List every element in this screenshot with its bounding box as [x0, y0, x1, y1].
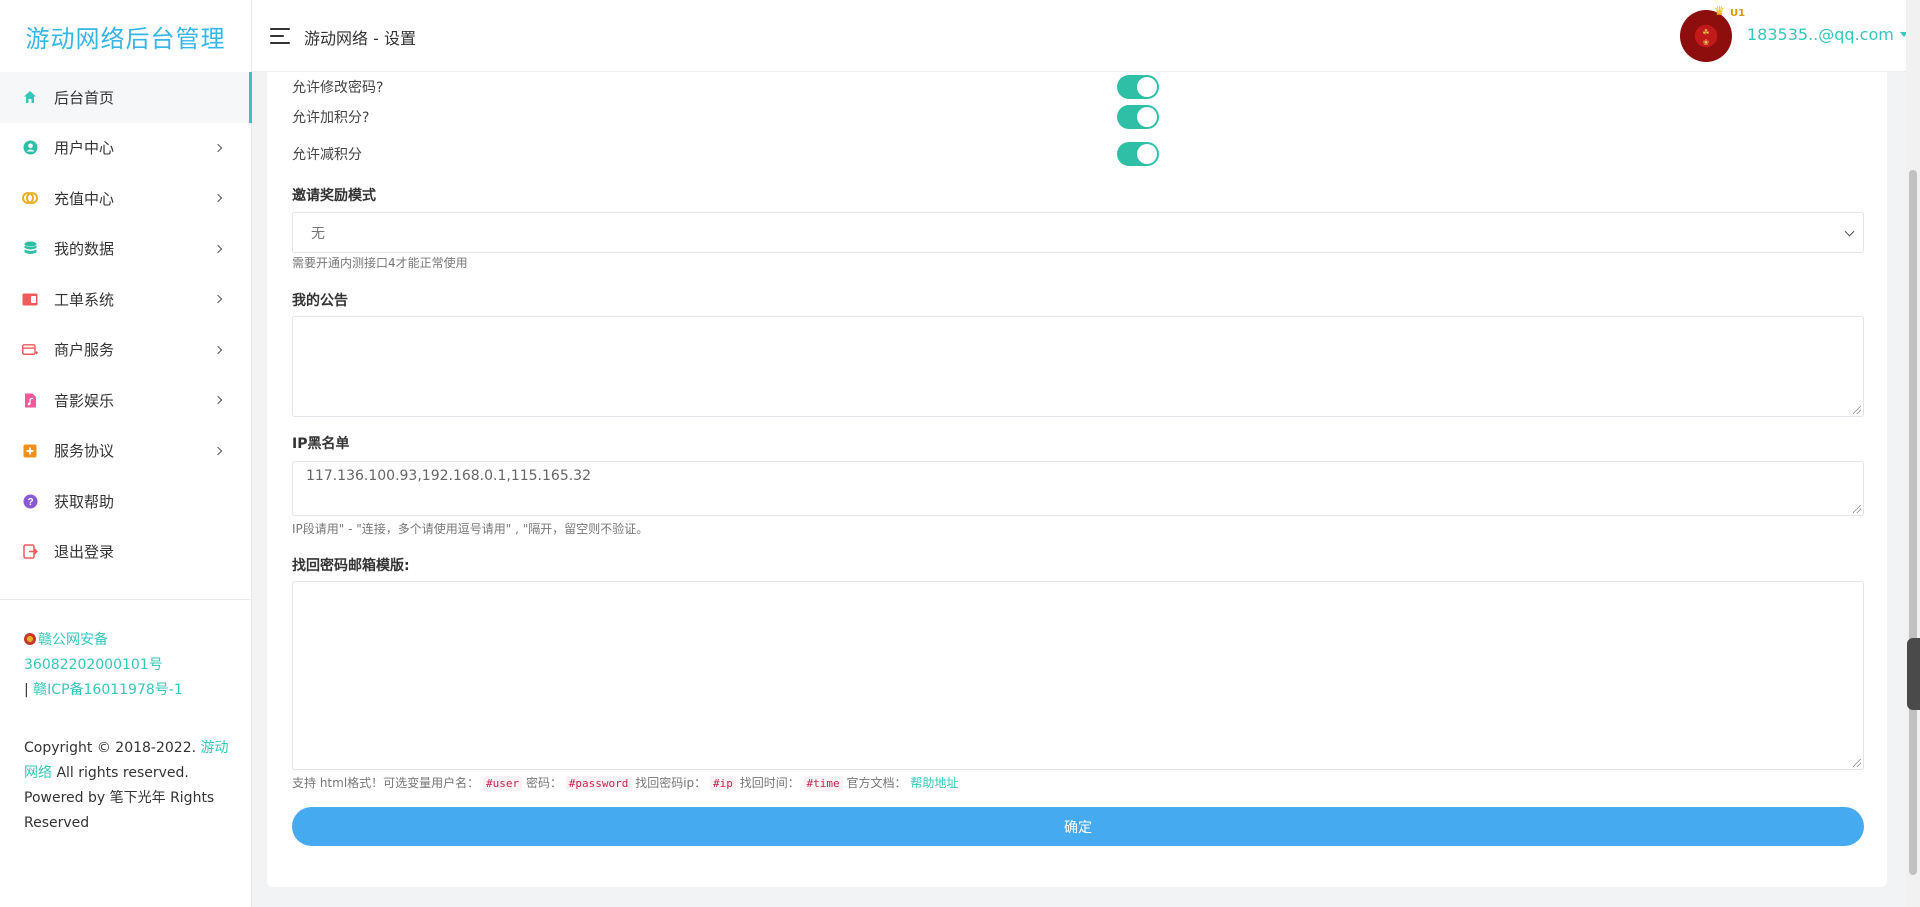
- allow-change-password-switch[interactable]: [1117, 75, 1159, 99]
- card-icon: [22, 342, 38, 358]
- sidebar-item-entertainment[interactable]: 音影娱乐: [0, 375, 251, 426]
- chevron-right-icon: [213, 396, 223, 405]
- sidebar-item-logout[interactable]: 退出登录: [0, 527, 251, 578]
- sidebar: 游动网络后台管理 后台首页 用户中心 充值中心 我的数据 工单系统 商户服务 音…: [0, 0, 252, 907]
- music-file-icon: [22, 392, 38, 408]
- svg-text:☘: ☘: [1702, 28, 1709, 37]
- user-email: 183535..@qq.com: [1747, 25, 1894, 44]
- user-circle-icon: [22, 140, 38, 156]
- beian-icp-link[interactable]: 赣ICP备16011978号-1: [33, 682, 183, 698]
- invite-mode-help: 需要开通内测接口4才能正常使用: [292, 256, 468, 270]
- home-icon: [22, 89, 38, 105]
- var-user-code: #user: [482, 776, 523, 791]
- notice-textarea[interactable]: [292, 316, 1864, 417]
- police-badge-icon: [24, 633, 36, 645]
- sidebar-item-label: 后台首页: [54, 88, 115, 107]
- chevron-right-icon: [213, 446, 223, 455]
- sidebar-item-home[interactable]: 后台首页: [0, 72, 252, 123]
- sidebar-item-merchant[interactable]: 商户服务: [0, 325, 251, 376]
- sidebar-item-label: 我的数据: [54, 240, 115, 259]
- plus-square-icon: [22, 443, 38, 459]
- toggle-row-add-points: 允许加积分?: [292, 102, 1172, 132]
- help-text: 官方文档：: [846, 776, 907, 790]
- submit-button[interactable]: 确定: [292, 807, 1864, 846]
- logout-icon: [22, 544, 38, 560]
- chevron-down-icon: [1844, 226, 1855, 237]
- var-password-code: #password: [565, 776, 632, 791]
- toggle-row-change-password: 允许修改密码?: [292, 72, 1172, 102]
- invite-mode-label: 邀请奖励模式: [292, 188, 376, 204]
- sidebar-item-my-data[interactable]: 我的数据: [0, 224, 251, 275]
- invite-mode-value: 无: [311, 225, 325, 242]
- sidebar-nav: 后台首页 用户中心 充值中心 我的数据 工单系统 商户服务 音影娱乐 服务协议 …: [0, 72, 252, 578]
- brand-title[interactable]: 游动网络后台管理: [0, 0, 251, 72]
- email-template-help: 支持 html格式！可选变量用户名： #user 密码： #password 找…: [292, 774, 958, 791]
- help-text: 支持 html格式！可选变量用户名：: [292, 776, 480, 790]
- scrollbar-thumb[interactable]: [1909, 170, 1917, 875]
- sidebar-item-label: 充值中心: [54, 189, 115, 208]
- help-text: 密码：: [525, 776, 562, 790]
- powered-brand: 笔下光年: [109, 790, 166, 806]
- sidebar-item-label: 音影娱乐: [54, 391, 115, 410]
- sidebar-item-label: 用户中心: [54, 139, 115, 158]
- ip-blacklist-textarea[interactable]: 117.136.100.93,192.168.0.1,115.165.32: [292, 461, 1864, 516]
- page-title: 游动网络 - 设置: [304, 29, 416, 48]
- sidebar-item-user-center[interactable]: 用户中心: [0, 123, 251, 174]
- svg-text:❀: ❀: [1703, 38, 1710, 47]
- help-text: 找回密码ip：: [635, 776, 707, 790]
- sidebar-item-label: 商户服务: [54, 341, 115, 360]
- copyright-suffix: All rights reserved.: [56, 765, 189, 781]
- notice-label: 我的公告: [292, 293, 348, 309]
- question-icon: ?: [22, 493, 38, 509]
- copyright: Copyright © 2018-2022. 游动网络 All rights r…: [24, 736, 234, 836]
- invite-mode-select[interactable]: 无: [292, 212, 1864, 253]
- sidebar-item-label: 服务协议: [54, 442, 115, 461]
- ticket-icon: [22, 291, 38, 307]
- toggle-row-reduce-points: 允许减积分: [292, 139, 1172, 169]
- copyright-prefix: Copyright © 2018-2022.: [24, 740, 197, 756]
- sidebar-item-agreement[interactable]: 服务协议: [0, 426, 251, 477]
- sidebar-item-label: 退出登录: [54, 543, 115, 562]
- top-header: 游动网络 - 设置 ☘ ❀ ♛ U1 183535..@qq.com: [252, 0, 1920, 72]
- sidebar-divider: [0, 599, 252, 600]
- ip-blacklist-help: IP段请用" - "连接，多个请使用逗号请用" , "隔开，留空则不验证。: [292, 522, 649, 536]
- crown-icon: ♛: [1714, 4, 1725, 18]
- page-scrollbar[interactable]: [1906, 0, 1920, 907]
- var-time-code: #time: [803, 776, 843, 791]
- menu-toggle-icon[interactable]: [270, 28, 290, 44]
- side-floating-widget[interactable]: [1907, 638, 1920, 710]
- toggle-label: 允许修改密码?: [292, 80, 384, 96]
- settings-form-card: 允许修改密码? 允许加积分? 允许减积分 邀请奖励模式 无 需要开通内测接口4才…: [267, 72, 1887, 887]
- user-menu-dropdown[interactable]: 183535..@qq.com: [1747, 25, 1908, 44]
- chevron-right-icon: [213, 345, 223, 354]
- beian-separator: |: [24, 682, 29, 698]
- email-template-label: 找回密码邮箱模版:: [292, 558, 410, 574]
- sidebar-item-label: 工单系统: [54, 290, 115, 309]
- sidebar-item-recharge[interactable]: 充值中心: [0, 173, 251, 224]
- chevron-right-icon: [213, 295, 223, 304]
- beian-info: 赣公网安备 36082202000101号 | 赣ICP备16011978号-1: [24, 628, 234, 703]
- sidebar-item-help[interactable]: ? 获取帮助: [0, 476, 251, 527]
- email-template-textarea[interactable]: [292, 581, 1864, 770]
- help-docs-link[interactable]: 帮助地址: [910, 776, 958, 790]
- beian-police-link[interactable]: 赣公网安备 36082202000101号: [24, 632, 163, 673]
- chevron-right-icon: [213, 244, 223, 253]
- allow-reduce-points-switch[interactable]: [1117, 142, 1159, 166]
- powered-prefix: Powered by: [24, 790, 106, 806]
- allow-add-points-switch[interactable]: [1117, 105, 1159, 129]
- recharge-icon: [22, 190, 38, 206]
- sidebar-item-ticket[interactable]: 工单系统: [0, 274, 251, 325]
- vip-level-badge: U1: [1730, 8, 1746, 19]
- toggle-label: 允许加积分?: [292, 110, 370, 126]
- svg-text:?: ?: [27, 497, 33, 508]
- ip-blacklist-label: IP黑名单: [292, 436, 350, 452]
- var-ip-code: #ip: [710, 776, 736, 791]
- sidebar-item-label: 获取帮助: [54, 492, 115, 511]
- chevron-right-icon: [213, 194, 223, 203]
- toggle-label: 允许减积分: [292, 147, 362, 163]
- help-text: 找回时间：: [739, 776, 800, 790]
- database-icon: [22, 241, 38, 257]
- chevron-right-icon: [213, 143, 223, 152]
